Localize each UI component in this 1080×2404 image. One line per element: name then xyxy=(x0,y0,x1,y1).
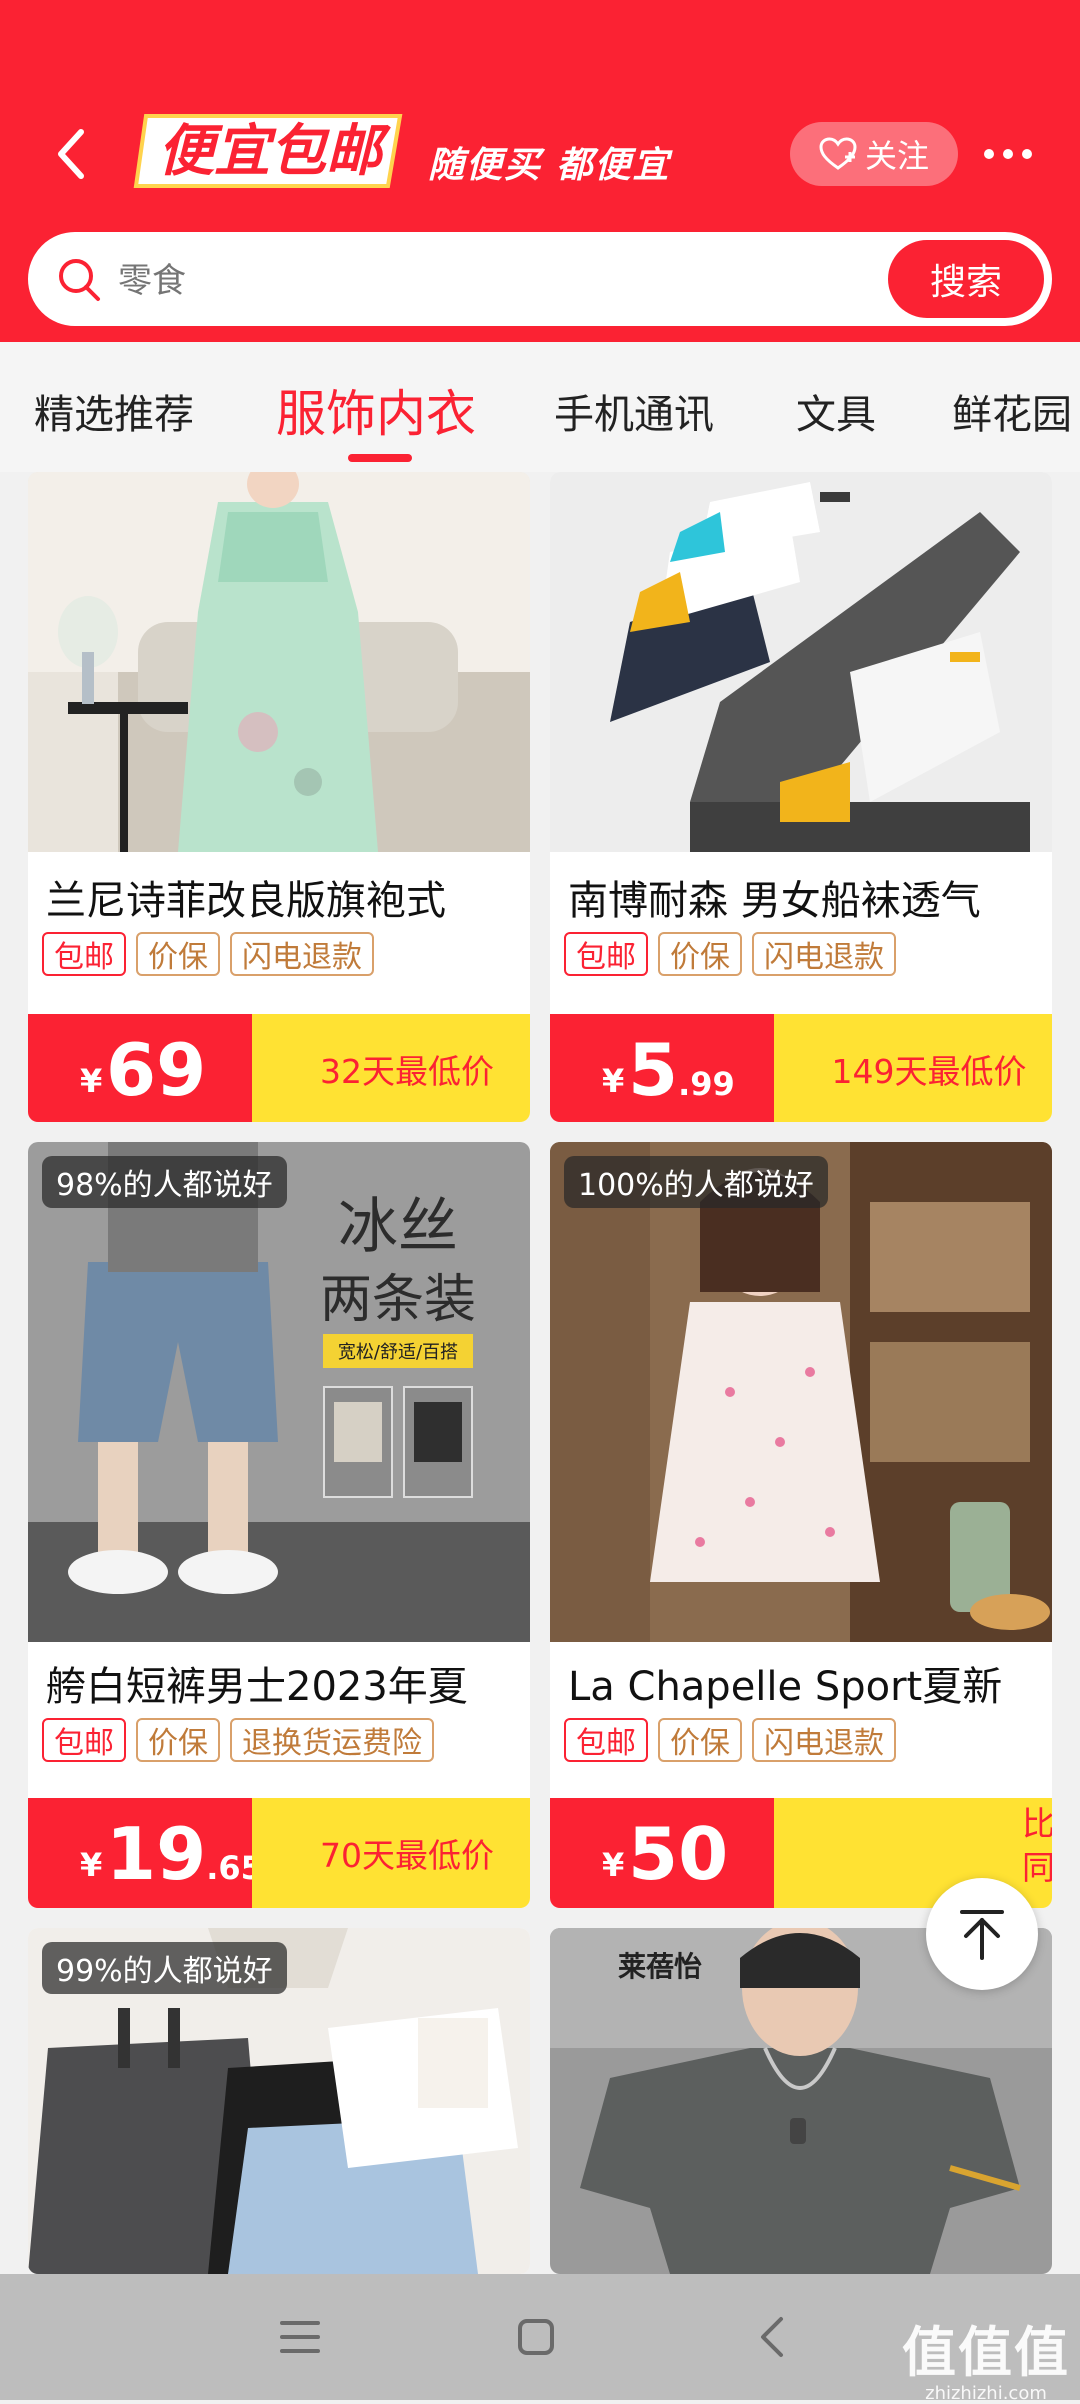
product-title: La Chapelle Sport夏新 xyxy=(568,1664,1003,1710)
tag-free-shipping: 包邮 xyxy=(42,932,126,976)
tag-price-protect: 价保 xyxy=(658,932,742,976)
tag-free-shipping: 包邮 xyxy=(564,1718,648,1762)
product-image: 冰丝 两条装 宽松/舒适/百搭 xyxy=(28,1142,530,1642)
tab-featured[interactable]: 精选推荐 xyxy=(34,382,194,440)
dot-icon xyxy=(1022,149,1032,159)
tag-price-protect: 价保 xyxy=(136,932,220,976)
arrow-up-icon xyxy=(960,1910,1004,1960)
product-image xyxy=(550,1142,1052,1642)
heart-plus-icon xyxy=(819,137,857,170)
currency-symbol: ¥ xyxy=(80,1062,103,1100)
image-headline: 冰丝 xyxy=(338,1192,458,1262)
price-bar: ¥ 19.65 70天最低价 xyxy=(28,1798,530,1908)
rating-badge: 98%的人都说好 xyxy=(42,1156,287,1208)
square-icon xyxy=(518,2319,554,2355)
price-amount: 50 xyxy=(628,1812,729,1896)
menu-button[interactable] xyxy=(270,2312,330,2362)
product-card[interactable]: 南博耐森 男女船袜透气 包邮 价保 闪电退款 ¥ 5.99 149天最低价 xyxy=(550,472,1052,1122)
product-image xyxy=(550,472,1052,852)
tab-apparel[interactable]: 服饰内衣 xyxy=(276,374,476,446)
price-bar: ¥ 69 32天最低价 xyxy=(28,1014,530,1122)
tag-fast-refund: 闪电退款 xyxy=(752,932,896,976)
price: ¥ 69 xyxy=(28,1014,268,1122)
logo-text: 便宜包邮 xyxy=(158,119,391,184)
price: ¥ 50 xyxy=(550,1798,790,1908)
tab-stationery[interactable]: 文具 xyxy=(796,382,876,440)
product-image xyxy=(28,472,530,852)
product-card[interactable]: 99%的人都说好 xyxy=(28,1928,530,2274)
compare-label: 同类商品便宜 xyxy=(1022,1848,1052,1887)
tag-return-insurance: 退换货运费险 xyxy=(230,1718,434,1762)
price-bar: ¥ 5.99 149天最低价 xyxy=(550,1014,1052,1122)
currency-symbol: ¥ xyxy=(602,1846,625,1884)
tab-phones[interactable]: 手机通讯 xyxy=(554,382,714,440)
product-card[interactable]: 100%的人都说好 La Chapelle Sport夏新 包邮 价保 闪电退款… xyxy=(550,1142,1052,1908)
service-tags: 包邮 价保 闪电退款 xyxy=(564,932,896,976)
service-tags: 包邮 价保 退换货运费险 xyxy=(42,1718,434,1762)
rating-badge: 99%的人都说好 xyxy=(42,1942,287,1994)
watermark-brand: 值值值 xyxy=(902,2321,1070,2384)
watermark-domain: zhizhizhi.com xyxy=(925,2383,1047,2404)
search-input[interactable] xyxy=(116,256,820,306)
follow-button[interactable]: 关注 xyxy=(790,122,958,186)
image-subheadline: 两条装 xyxy=(320,1270,476,1330)
compare-percent: 比94% xyxy=(1022,1804,1052,1843)
tag-free-shipping: 包邮 xyxy=(564,932,648,976)
price-amount: 19.65 xyxy=(106,1812,263,1896)
active-tab-indicator xyxy=(348,454,412,462)
header: 便宜包邮 随便买 都便宜 关注 搜索 xyxy=(0,0,1080,342)
back-button[interactable] xyxy=(48,118,92,190)
slogan: 随便买 都便宜 xyxy=(428,145,671,186)
service-tags: 包邮 价保 闪电退款 xyxy=(42,932,374,976)
image-brand-text: 莱蓓怡 xyxy=(618,1950,702,1983)
search-icon xyxy=(59,259,100,301)
lowest-price-badge: 32天最低价 xyxy=(252,1014,530,1122)
tag-free-shipping: 包邮 xyxy=(42,1718,126,1762)
category-tabs: 精选推荐 服饰内衣 手机通讯 文具 鲜花园 xyxy=(0,342,1080,472)
system-back-button[interactable] xyxy=(742,2312,802,2362)
follow-label: 关注 xyxy=(864,137,929,175)
currency-symbol: ¥ xyxy=(80,1846,103,1884)
back-to-top-button[interactable] xyxy=(926,1878,1038,1990)
tag-fast-refund: 闪电退款 xyxy=(752,1718,896,1762)
home-button[interactable] xyxy=(506,2312,566,2362)
search-button[interactable]: 搜索 xyxy=(888,240,1044,318)
tab-flowers[interactable]: 鲜花园 xyxy=(952,382,1072,440)
lowest-price-badge: 70天最低价 xyxy=(252,1798,530,1908)
search-bar: 搜索 xyxy=(28,232,1052,326)
product-card[interactable]: 兰尼诗菲改良版旗袍式 包邮 价保 闪电退款 ¥ 69 32天最低价 xyxy=(28,472,530,1122)
tag-fast-refund: 闪电退款 xyxy=(230,932,374,976)
price-amount: 69 xyxy=(106,1028,207,1112)
tag-price-protect: 价保 xyxy=(136,1718,220,1762)
product-card[interactable]: 冰丝 两条装 宽松/舒适/百搭 98%的人都说好 舿白短裤男士2023年夏 包邮… xyxy=(28,1142,530,1908)
menu-icon xyxy=(280,2321,320,2353)
image-feature-text: 宽松/舒适/百搭 xyxy=(338,1342,458,1363)
price: ¥ 5.99 xyxy=(550,1014,790,1122)
dot-icon xyxy=(984,149,994,159)
logo: 便宜包邮 xyxy=(132,102,412,194)
rating-badge: 100%的人都说好 xyxy=(564,1156,828,1208)
watermark: 值值值 zhizhizhi.com xyxy=(902,2308,1070,2404)
chevron-left-icon xyxy=(761,2317,783,2357)
dot-icon xyxy=(1003,149,1013,159)
product-title: 南博耐森 男女船袜透气 xyxy=(568,878,981,924)
chevron-left-icon xyxy=(58,129,84,179)
price: ¥ 19.65 xyxy=(28,1798,268,1908)
product-title: 兰尼诗菲改良版旗袍式 xyxy=(46,878,446,924)
price-amount: 5.99 xyxy=(628,1028,735,1112)
service-tags: 包邮 价保 闪电退款 xyxy=(564,1718,896,1762)
more-options-button[interactable] xyxy=(968,118,1048,190)
product-title: 舿白短裤男士2023年夏 xyxy=(46,1664,468,1710)
tag-price-protect: 价保 xyxy=(658,1718,742,1762)
lowest-price-badge: 149天最低价 xyxy=(774,1014,1052,1122)
currency-symbol: ¥ xyxy=(602,1062,625,1100)
